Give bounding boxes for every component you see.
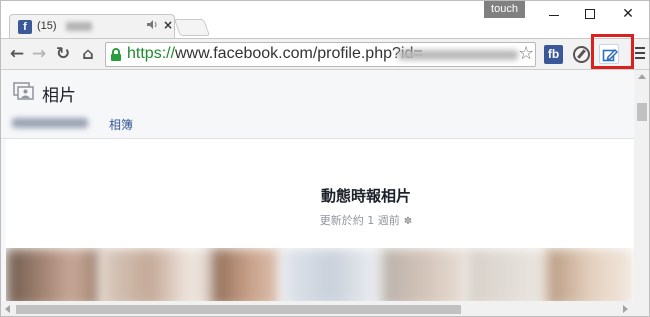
menu-icon[interactable] — [635, 47, 645, 61]
photo-thumbnail[interactable] — [281, 248, 381, 301]
maximize-button[interactable] — [575, 5, 605, 23]
album-title[interactable]: 動態時報相片 — [6, 185, 634, 206]
facebook-favicon-icon: f — [18, 20, 32, 34]
url-scheme: https:// — [127, 45, 176, 62]
touch-mode-badge[interactable]: touch — [484, 1, 525, 18]
scroll-right-arrow-icon[interactable] — [623, 305, 628, 313]
photo-thumbnail[interactable] — [466, 248, 546, 301]
tab-albums[interactable]: 相簿 — [109, 116, 133, 133]
tab-close-icon[interactable]: × — [163, 18, 173, 32]
horizontal-scrollbar[interactable] — [1, 301, 649, 316]
photo-thumbnail[interactable] — [546, 248, 634, 301]
page-title: 相片 — [42, 86, 76, 106]
gear-icon[interactable]: ✽ — [404, 216, 412, 227]
photos-header: 相片 相簿 — [1, 70, 634, 139]
photo-thumbnail[interactable] — [101, 248, 211, 301]
scroll-left-arrow-icon[interactable] — [5, 305, 10, 313]
tab-strip: f (15) × touch ✕ — [1, 1, 649, 38]
photo-thumbnail[interactable] — [381, 248, 466, 301]
edit-page-icon[interactable] — [599, 44, 619, 64]
home-button[interactable]: ⌂ — [78, 44, 98, 64]
lock-icon[interactable] — [111, 48, 121, 61]
forward-button[interactable]: → — [29, 44, 49, 64]
tab-title-redacted — [66, 22, 92, 31]
scroll-up-arrow-icon[interactable] — [638, 74, 646, 79]
photo-strip — [6, 248, 634, 301]
compass-icon[interactable] — [573, 46, 590, 63]
album-updated-text: 更新於約 1 週前 — [319, 214, 400, 227]
address-bar[interactable]: https:// www.facebook.com/profile.php?id… — [105, 42, 536, 67]
close-window-button[interactable]: ✕ — [613, 5, 643, 23]
back-button[interactable]: ← — [7, 44, 27, 64]
tab-facebook[interactable]: f (15) × — [9, 14, 175, 38]
vertical-scroll-thumb[interactable] — [637, 103, 647, 121]
speaker-icon[interactable] — [146, 19, 158, 33]
fb-extension-icon[interactable]: fb — [544, 45, 563, 64]
horizontal-scroll-thumb[interactable] — [16, 305, 461, 314]
browser-window: f (15) × touch ✕ ← → ↻ ⌂ https:// www.fa… — [0, 0, 650, 317]
album-updated: 更新於約 1 週前 ✽ — [6, 212, 634, 228]
url-text: www.facebook.com/profile.php?id= — [175, 45, 423, 62]
page-viewport: 相片 相簿 動態時報相片 更新於約 1 週前 ✽ — [1, 70, 634, 301]
url-redacted — [398, 50, 518, 60]
new-tab-button[interactable] — [173, 19, 211, 36]
bookmark-star-icon[interactable]: ☆ — [518, 43, 534, 64]
photos-icon — [13, 82, 34, 100]
photo-thumbnail[interactable] — [211, 248, 281, 301]
vertical-scrollbar[interactable] — [634, 70, 649, 301]
minimize-button[interactable] — [539, 5, 569, 23]
reload-button[interactable]: ↻ — [53, 44, 73, 64]
minimize-icon — [549, 15, 559, 16]
subtab-redacted[interactable] — [12, 118, 88, 128]
browser-toolbar: ← → ↻ ⌂ https:// www.facebook.com/profil… — [1, 34, 649, 70]
tab-title: (15) — [37, 20, 57, 32]
photo-thumbnail[interactable] — [6, 248, 101, 301]
maximize-icon — [585, 9, 595, 19]
